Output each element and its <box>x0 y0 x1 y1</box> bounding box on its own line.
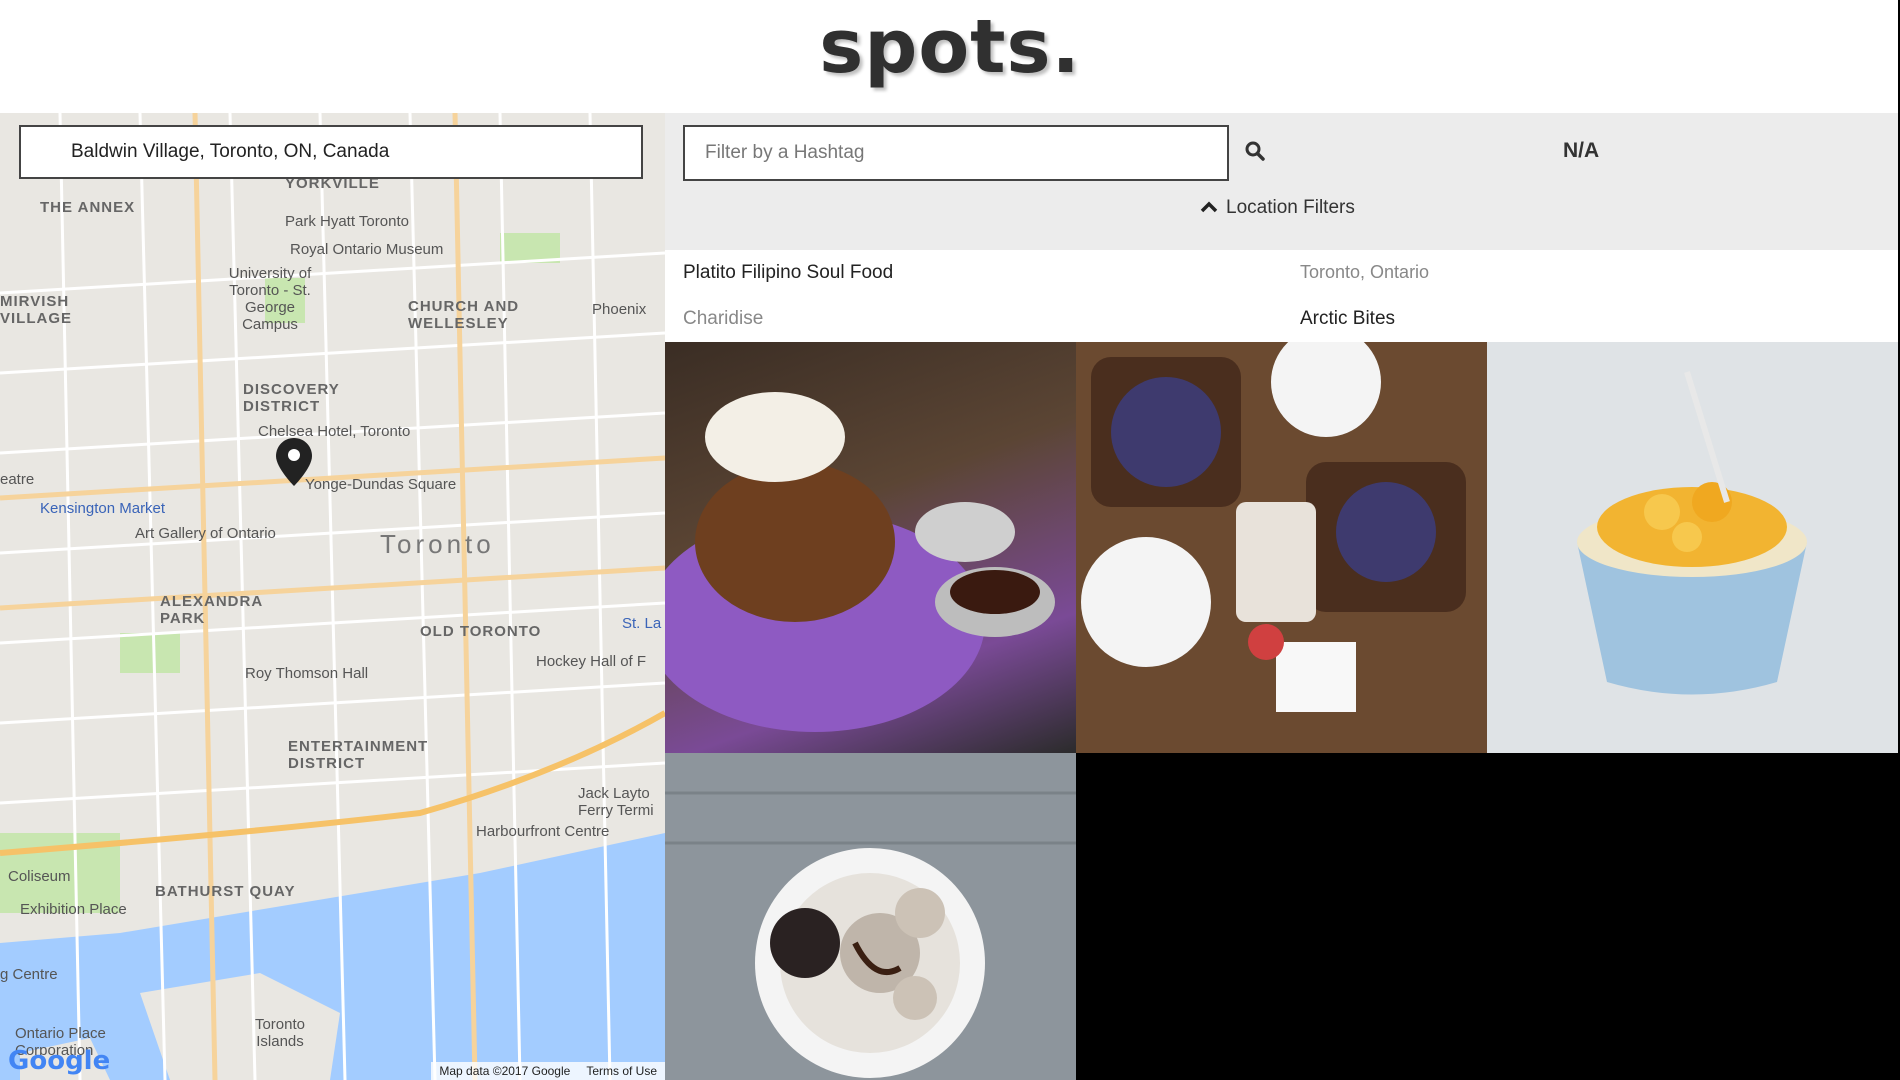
map-label: University of Toronto - St. George Campu… <box>228 265 312 333</box>
status-text: N/A <box>1563 139 1600 162</box>
map-data-credit: Map data ©2017 Google <box>439 1064 571 1078</box>
map-label: Jack Layto Ferry Termi <box>578 785 654 819</box>
hashtag-filter-input[interactable]: Filter by a Hashtag <box>683 125 1229 181</box>
map-label: MIRVISH VILLAGE <box>0 293 73 327</box>
header: spots. <box>0 0 1900 113</box>
map-label: Phoenix <box>592 301 647 318</box>
search-icon[interactable] <box>1245 141 1265 166</box>
food-photo[interactable] <box>665 342 1076 753</box>
map-label: ALEXANDRA PARK <box>160 593 263 627</box>
food-photo[interactable] <box>665 753 1076 1080</box>
location-filters-toggle[interactable]: Location Filters <box>1200 197 1355 219</box>
location-search-input[interactable]: Baldwin Village, Toronto, ON, Canada <box>19 125 643 179</box>
map-canvas[interactable] <box>0 113 665 1080</box>
map-label: eatre <box>0 471 35 488</box>
listing-name[interactable]: Charidise <box>683 308 763 330</box>
filter-bar: Filter by a Hashtag N/A Location Filters <box>665 113 1900 250</box>
map-label: Roy Thomson Hall <box>245 665 369 682</box>
listing-name[interactable]: Arctic Bites <box>1300 308 1395 330</box>
map-label: Kensington Market <box>40 500 166 517</box>
map-label: St. La <box>622 615 662 632</box>
map-label: Park Hyatt Toronto <box>285 213 409 230</box>
map-label: Toronto Islands <box>254 1016 306 1050</box>
map-label: g Centre <box>0 966 58 983</box>
map-label: Art Gallery of Ontario <box>135 525 276 542</box>
map-label: Yonge-Dundas Square <box>305 476 457 493</box>
map-label: Hockey Hall of F <box>536 653 647 670</box>
map-label: Coliseum <box>8 868 71 885</box>
map-footer: Map data ©2017 Google Terms of Use <box>431 1062 665 1080</box>
map-label: Harbourfront Centre <box>476 823 610 840</box>
map-label: OLD TORONTO <box>420 623 542 640</box>
map-label: CHURCH AND WELLESLEY <box>408 298 520 332</box>
food-photo[interactable] <box>1487 342 1898 753</box>
map[interactable]: YORKVILLE THE ANNEX Park Hyatt Toronto R… <box>0 113 665 1080</box>
map-label: Exhibition Place <box>20 901 127 918</box>
listing-location: Toronto, Ontario <box>1300 262 1430 282</box>
food-photo[interactable] <box>1076 342 1487 753</box>
map-label: Toronto <box>380 529 495 559</box>
map-label: BATHURST QUAY <box>155 883 296 900</box>
chevron-up-icon <box>1200 197 1218 219</box>
app-logo[interactable]: spots. <box>0 4 1900 90</box>
google-logo: Google <box>8 1046 111 1076</box>
map-label: DISCOVERY DISTRICT <box>243 381 340 415</box>
map-label: Royal Ontario Museum <box>290 241 444 258</box>
listing-list: Platito Filipino Soul Food Toronto, Onta… <box>665 250 1900 342</box>
map-label: ENTERTAINMENT DISTRICT <box>288 738 429 772</box>
location-filters-label: Location Filters <box>1226 197 1355 218</box>
listing-name[interactable]: Platito Filipino Soul Food <box>683 262 893 284</box>
terms-of-use-link[interactable]: Terms of Use <box>578 1062 665 1080</box>
map-label: THE ANNEX <box>40 199 136 216</box>
